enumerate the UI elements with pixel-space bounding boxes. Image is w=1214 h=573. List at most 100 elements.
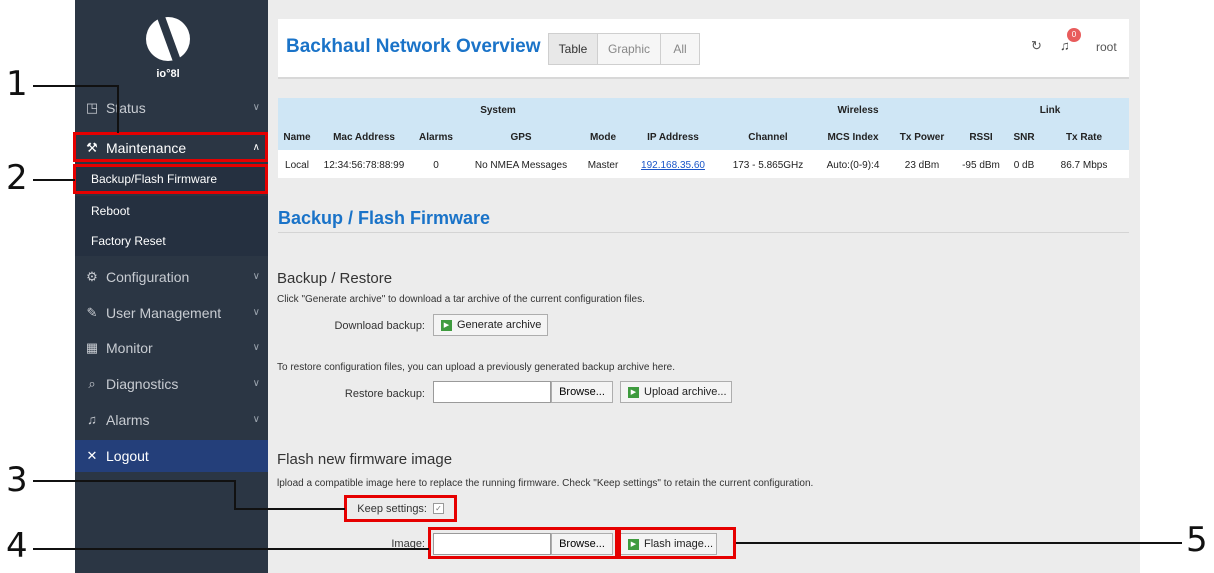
- chart-icon: ◳: [85, 100, 99, 115]
- bell-icon[interactable]: ♫: [1060, 38, 1070, 53]
- leader-line-1: [33, 85, 119, 87]
- callout-3: 3: [6, 460, 28, 500]
- top-bar: Backhaul Network Overview Table Graphic …: [278, 19, 1129, 79]
- restore-browse-button[interactable]: Browse...: [551, 381, 613, 403]
- chevron-down-icon: ∨: [252, 414, 260, 425]
- table-cell: Auto:(0-9):4: [826, 160, 880, 171]
- highlight-box-1: [73, 132, 268, 162]
- sidebar-item-label: Monitor: [106, 340, 153, 356]
- group-link: Link: [1039, 105, 1061, 116]
- table-cell: Master: [587, 160, 619, 171]
- download-backup-label: Download backup:: [334, 320, 425, 332]
- col-header: Channel: [748, 132, 788, 143]
- table-cell: 12:34:56:78:88:99: [323, 160, 405, 171]
- subitem-label: Reboot: [91, 204, 130, 218]
- col-header: RSSI: [969, 132, 993, 143]
- leader-line-3b: [234, 480, 236, 510]
- main-content: Backhaul Network Overview Table Graphic …: [268, 0, 1140, 573]
- table-cell: -95 dBm: [962, 160, 1000, 171]
- play-icon: ▶: [628, 386, 639, 398]
- generate-archive-button[interactable]: ▶ Generate archive: [433, 314, 548, 336]
- table-cell: 0 dB: [1013, 160, 1035, 171]
- col-header: Mac Address: [333, 132, 395, 143]
- sidebar-item-configuration[interactable]: ⚙ Configuration ∨: [75, 260, 268, 294]
- pencil-icon: ✎: [86, 305, 98, 320]
- highlight-box-5: [618, 527, 736, 559]
- sidebar-item-label: Logout: [106, 448, 149, 464]
- table-cell: Local: [285, 160, 309, 171]
- sidebar-item-logout[interactable]: ✕ Logout: [75, 440, 268, 472]
- leader-line-4: [33, 548, 429, 550]
- tab-graphic[interactable]: Graphic: [597, 33, 661, 65]
- refresh-icon[interactable]: ↻: [1031, 38, 1042, 54]
- logo-text: io°8l: [156, 68, 180, 80]
- search-icon: ⌕: [88, 376, 96, 391]
- col-header: MCS Index: [827, 132, 879, 143]
- sidebar-item-alarms[interactable]: ♫ Alarms ∨: [75, 403, 268, 437]
- chevron-down-icon: ∨: [252, 271, 260, 282]
- subitem-label: Factory Reset: [91, 234, 166, 248]
- bell-icon: ♫: [87, 412, 97, 427]
- group-wireless: Wireless: [837, 105, 879, 116]
- restore-file-input[interactable]: [433, 381, 551, 403]
- user-name[interactable]: root: [1096, 40, 1117, 54]
- table-header: Name Mac Address Alarms GPS Mode IP Addr…: [278, 122, 1129, 150]
- table-cell: 173 - 5.865GHz: [732, 160, 804, 171]
- col-header: Alarms: [419, 132, 453, 143]
- grid-icon: ▦: [85, 340, 99, 355]
- tab-all[interactable]: All: [660, 33, 700, 65]
- sidebar-item-monitor[interactable]: ▦ Monitor ∨: [75, 331, 268, 365]
- leader-line-1b: [117, 85, 119, 133]
- col-header: Name: [283, 132, 311, 143]
- backup-description: Click "Generate archive" to download a t…: [277, 294, 645, 305]
- notification-badge: 0: [1067, 28, 1081, 42]
- subitem-reboot[interactable]: Reboot: [75, 196, 268, 226]
- tab-table[interactable]: Table: [548, 33, 598, 65]
- sidebar-item-label: Configuration: [106, 269, 190, 285]
- gear-icon: ⚙: [86, 269, 98, 284]
- col-header: Tx Power: [899, 132, 945, 143]
- sidebar-item-label: User Management: [106, 305, 222, 321]
- overview-table: System Wireless Link Name Mac Address Al…: [278, 98, 1129, 178]
- sidebar-item-diagnostics[interactable]: ⌕ Diagnostics ∨: [75, 367, 268, 401]
- table-cell: 23 dBm: [904, 160, 940, 171]
- button-label: Upload archive...: [644, 386, 727, 398]
- chevron-down-icon: ∨: [252, 307, 260, 318]
- restore-backup-label: Restore backup:: [344, 388, 425, 400]
- col-header: SNR: [1013, 132, 1035, 143]
- ip-address-link[interactable]: 192.168.35.60: [628, 160, 718, 171]
- flash-heading: Flash new firmware image: [277, 451, 453, 468]
- col-header: Mode: [589, 132, 617, 143]
- play-icon: ▶: [441, 319, 452, 331]
- callout-2: 2: [6, 158, 28, 198]
- sidebar-item-status[interactable]: ◳ Status ∨: [75, 91, 268, 125]
- highlight-box-2: [73, 164, 268, 194]
- backup-heading: Backup / Restore: [277, 270, 393, 287]
- highlight-box-4: [428, 527, 618, 559]
- leader-line-2: [33, 179, 75, 181]
- page-title: Backhaul Network Overview: [286, 36, 541, 57]
- table-group-header: System Wireless Link: [278, 98, 1129, 122]
- restore-description: To restore configuration files, you can …: [277, 362, 676, 373]
- chevron-down-icon: ∨: [252, 378, 260, 389]
- upload-archive-button[interactable]: ▶ Upload archive...: [620, 381, 732, 403]
- chevron-down-icon: ∨: [252, 102, 260, 113]
- callout-4: 4: [6, 526, 28, 566]
- leader-line-3c: [234, 508, 345, 510]
- sidebar-item-user-management[interactable]: ✎ User Management ∨: [75, 296, 268, 330]
- callout-1: 1: [6, 64, 28, 104]
- chevron-down-icon: ∨: [252, 342, 260, 353]
- close-icon: ✕: [86, 448, 98, 463]
- sidebar-item-label: Status: [106, 100, 146, 116]
- table-row: Local 12:34:56:78:88:99 0 No NMEA Messag…: [278, 150, 1129, 178]
- sidebar-item-label: Diagnostics: [106, 376, 179, 392]
- divider: [278, 232, 1129, 233]
- group-system: System: [480, 105, 516, 116]
- table-cell: 86.7 Mbps: [1060, 160, 1108, 171]
- table-cell: 0: [433, 160, 439, 171]
- button-label: Generate archive: [457, 319, 542, 331]
- flash-description: lpload a compatible image here to replac…: [277, 478, 814, 489]
- subitem-factory-reset[interactable]: Factory Reset: [75, 226, 268, 256]
- col-header: GPS: [510, 132, 532, 143]
- highlight-box-3: [344, 495, 457, 522]
